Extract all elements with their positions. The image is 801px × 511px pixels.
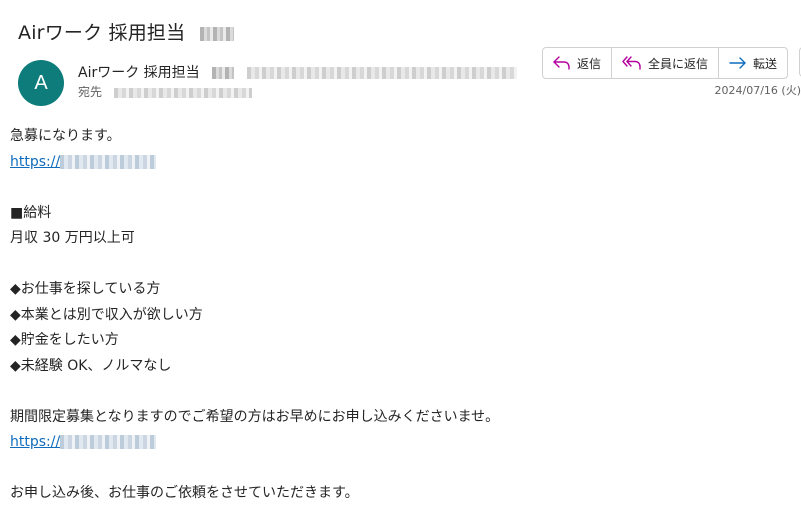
bullet-item: ◆本業とは別で収入が欲しい方 — [10, 306, 203, 323]
message-action-bar: 返信 全員に返信 転送 — [542, 47, 789, 79]
link-1-text[interactable]: https:// — [10, 154, 60, 170]
reply-all-label: 全員に返信 — [648, 56, 709, 71]
redacted-link-1[interactable] — [60, 154, 157, 169]
reply-label: 返信 — [577, 56, 602, 71]
forward-label: 転送 — [753, 56, 778, 71]
recipients-row: 宛先 — [78, 83, 252, 100]
redacted-subject-part — [199, 26, 234, 41]
reply-all-icon — [622, 56, 642, 70]
link-2-text[interactable]: https:// — [10, 434, 60, 450]
email-reading-pane: Airワーク 採用担当 A Airワーク 採用担当 宛先 返信 全員に返信 転送… — [0, 0, 801, 511]
redacted-sender-part — [212, 67, 235, 79]
forward-icon — [729, 56, 747, 70]
body-limited-offer: 期間限定募集となりますのでご希望の方はお早めにお申し込みくださいませ。 — [10, 408, 500, 425]
sender-name[interactable]: Airワーク 採用担当 — [78, 65, 200, 81]
body-closing: お申し込み後、お仕事のご依頼をさせていただきます。 — [10, 485, 359, 501]
subject-text: Airワーク 採用担当 — [18, 22, 186, 44]
redacted-sender-email — [246, 67, 517, 79]
bullet-item: ◆貯金をしたい方 — [10, 332, 119, 348]
bullet-item: ◆お仕事を探している方 — [10, 281, 161, 297]
reply-button[interactable]: 返信 — [543, 48, 613, 78]
salary-heading: ■給料 — [10, 204, 52, 221]
redacted-recipient[interactable] — [113, 87, 252, 98]
to-label: 宛先 — [78, 85, 103, 99]
reply-all-button[interactable]: 全員に返信 — [612, 48, 720, 78]
received-date: 2024/07/16 (火) — [714, 84, 801, 97]
body-intro: 急募になります。 — [10, 128, 121, 144]
sender-avatar[interactable]: A — [18, 60, 64, 106]
salary-value: 月収 30 万円以上可 — [10, 230, 135, 246]
email-subject: Airワーク 採用担当 — [18, 18, 234, 45]
redacted-link-2[interactable] — [60, 435, 157, 449]
bullet-item: ◆未経験 OK、ノルマなし — [10, 357, 172, 374]
sender-line: Airワーク 採用担当 — [78, 62, 517, 82]
email-body: 急募になります。 https:// ■給料 月収 30 万円以上可 ◆お仕事を探… — [10, 124, 790, 507]
reply-icon — [553, 56, 571, 70]
body-link-1[interactable]: https:// — [10, 150, 790, 176]
body-link-2[interactable]: https:// — [10, 430, 790, 456]
forward-button[interactable]: 転送 — [719, 48, 787, 78]
